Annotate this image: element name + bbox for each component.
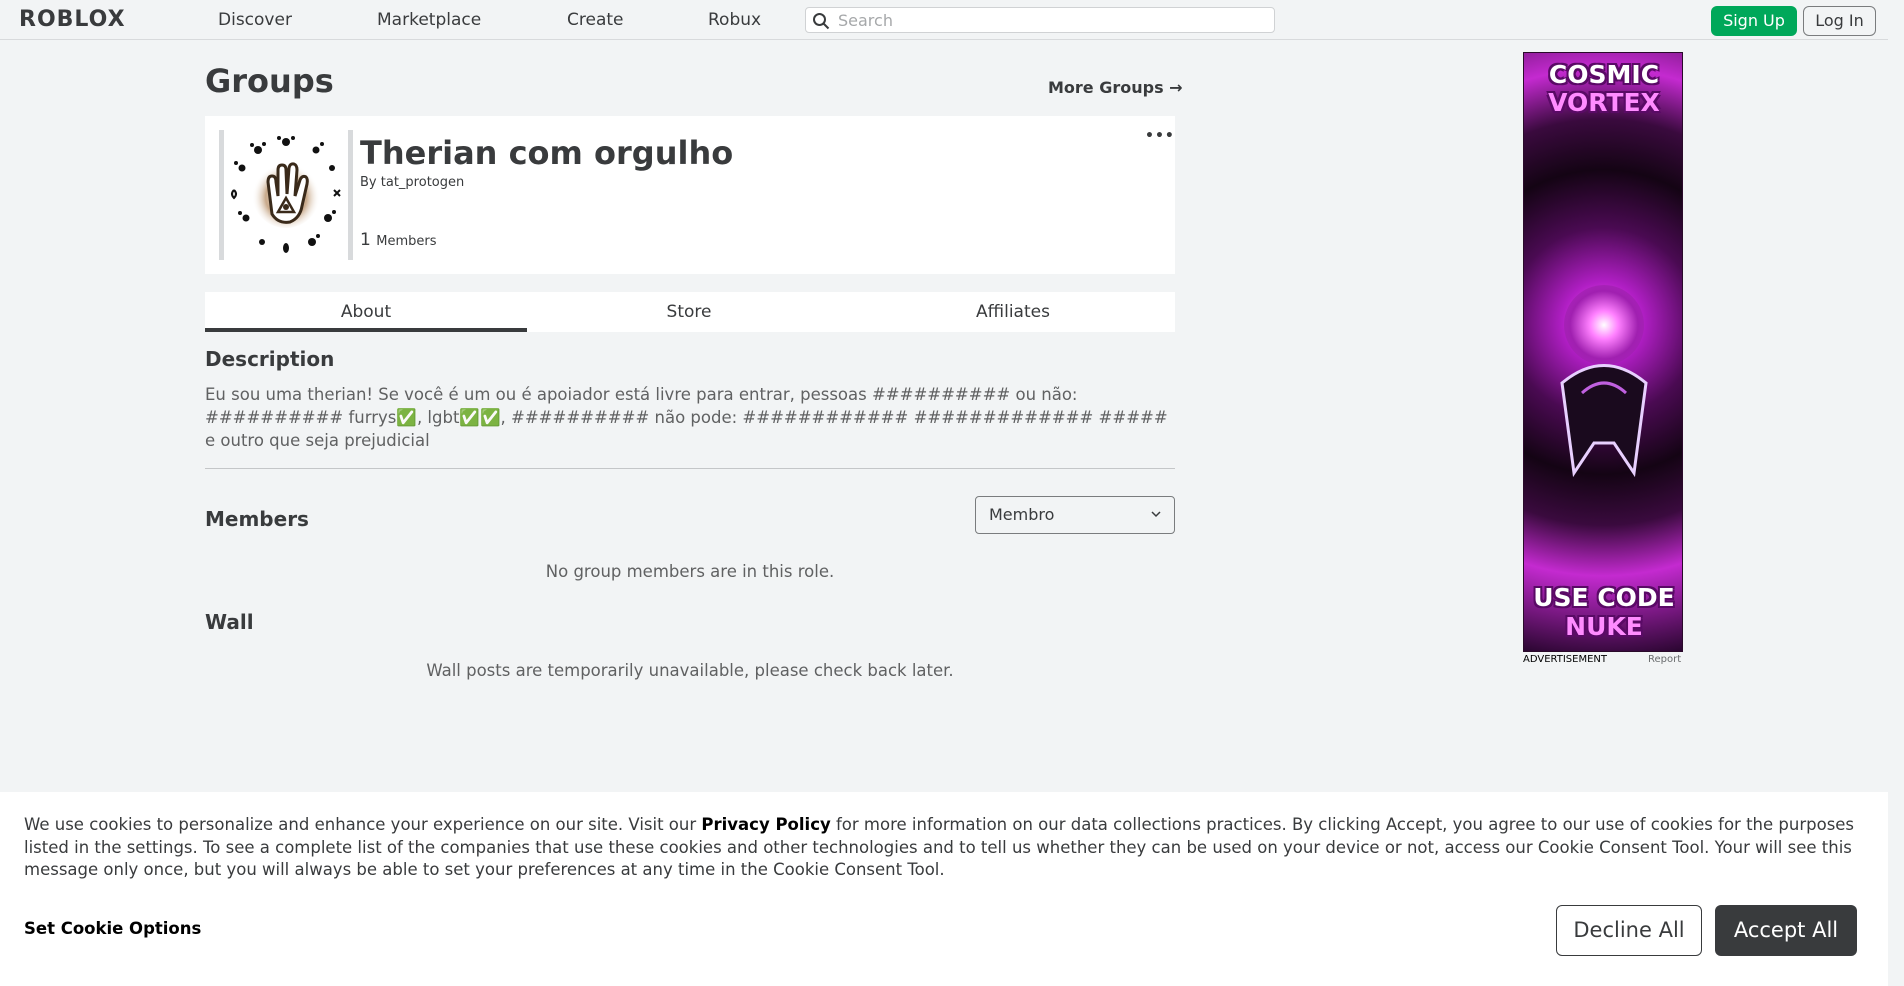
accept-all-button[interactable]: Accept All — [1715, 905, 1857, 956]
tab-store[interactable]: Store — [527, 292, 851, 332]
nav-discover[interactable]: Discover — [218, 10, 292, 30]
ad-stand-image — [1560, 364, 1648, 478]
no-members-message: No group members are in this role. — [545, 562, 835, 581]
search-box — [805, 7, 1275, 33]
by-label: By — [360, 175, 377, 190]
member-count: 1 Members — [360, 230, 436, 250]
nav-create[interactable]: Create — [567, 10, 624, 30]
privacy-policy-link[interactable]: Privacy Policy — [701, 815, 830, 834]
page-scrollbar[interactable] — [1888, 0, 1904, 986]
more-options-icon[interactable]: ••• — [1145, 128, 1175, 144]
nav-marketplace[interactable]: Marketplace — [377, 10, 481, 30]
advertisement-banner[interactable]: COSMIC VORTEX USE CODE NUKE — [1523, 52, 1683, 652]
ad-code-line2: NUKE — [1565, 612, 1643, 641]
description-text: Eu sou uma therian! Se você é um ou é ap… — [205, 385, 1168, 450]
section-divider — [205, 468, 1175, 469]
tab-about[interactable]: About — [205, 292, 527, 332]
ad-label: ADVERTISEMENT — [1523, 654, 1608, 665]
role-dropdown[interactable]: Membro — [975, 496, 1175, 534]
owner-link[interactable]: tat_protogen — [381, 175, 464, 190]
ad-title-line1: COSMIC — [1548, 60, 1660, 89]
roblox-logo[interactable]: ROBLOX — [19, 7, 126, 32]
group-header-card: Therian com orgulho By tat_protogen 1 Me… — [205, 116, 1175, 274]
decline-all-button[interactable]: Decline All — [1556, 905, 1702, 956]
log-in-button[interactable]: Log In — [1803, 6, 1876, 36]
members-heading: Members — [205, 507, 309, 531]
cookie-banner: We use cookies to personalize and enhanc… — [0, 792, 1888, 986]
group-tabs: About Store Affiliates — [205, 292, 1175, 332]
wall-unavailable-message: Wall posts are temporarily unavailable, … — [426, 661, 954, 680]
ad-title-line2: VORTEX — [1548, 88, 1660, 117]
ad-code: USE CODE NUKE — [1524, 583, 1682, 641]
paw-hand-icon — [231, 136, 341, 253]
cookie-text-before: We use cookies to personalize and enhanc… — [24, 815, 702, 834]
ad-title: COSMIC VORTEX — [1524, 60, 1682, 117]
cookie-message: We use cookies to personalize and enhanc… — [24, 814, 1869, 882]
search-input[interactable] — [838, 10, 1258, 30]
group-name: Therian com orgulho — [360, 134, 734, 172]
more-groups-link[interactable]: More Groups → — [1048, 78, 1183, 97]
page-title: Groups — [205, 62, 334, 100]
set-cookie-options-button[interactable]: Set Cookie Options — [24, 919, 201, 938]
group-owner-line: By tat_protogen — [360, 175, 464, 190]
tab-affiliates[interactable]: Affiliates — [851, 292, 1175, 332]
chevron-down-icon — [1150, 505, 1162, 524]
wall-heading: Wall — [205, 610, 254, 634]
member-count-value: 1 — [360, 230, 371, 250]
description-heading: Description — [205, 347, 335, 371]
group-emblem — [219, 130, 353, 260]
top-navigation: ROBLOX Discover Marketplace Create Robux… — [0, 0, 1904, 40]
member-count-label: Members — [376, 234, 437, 249]
nav-robux[interactable]: Robux — [708, 10, 761, 30]
ad-code-line1: USE CODE — [1533, 583, 1675, 612]
sign-up-button[interactable]: Sign Up — [1711, 6, 1797, 36]
role-selected-value: Membro — [989, 505, 1055, 524]
search-icon — [813, 13, 830, 30]
ad-report-link[interactable]: Report — [1648, 654, 1681, 665]
